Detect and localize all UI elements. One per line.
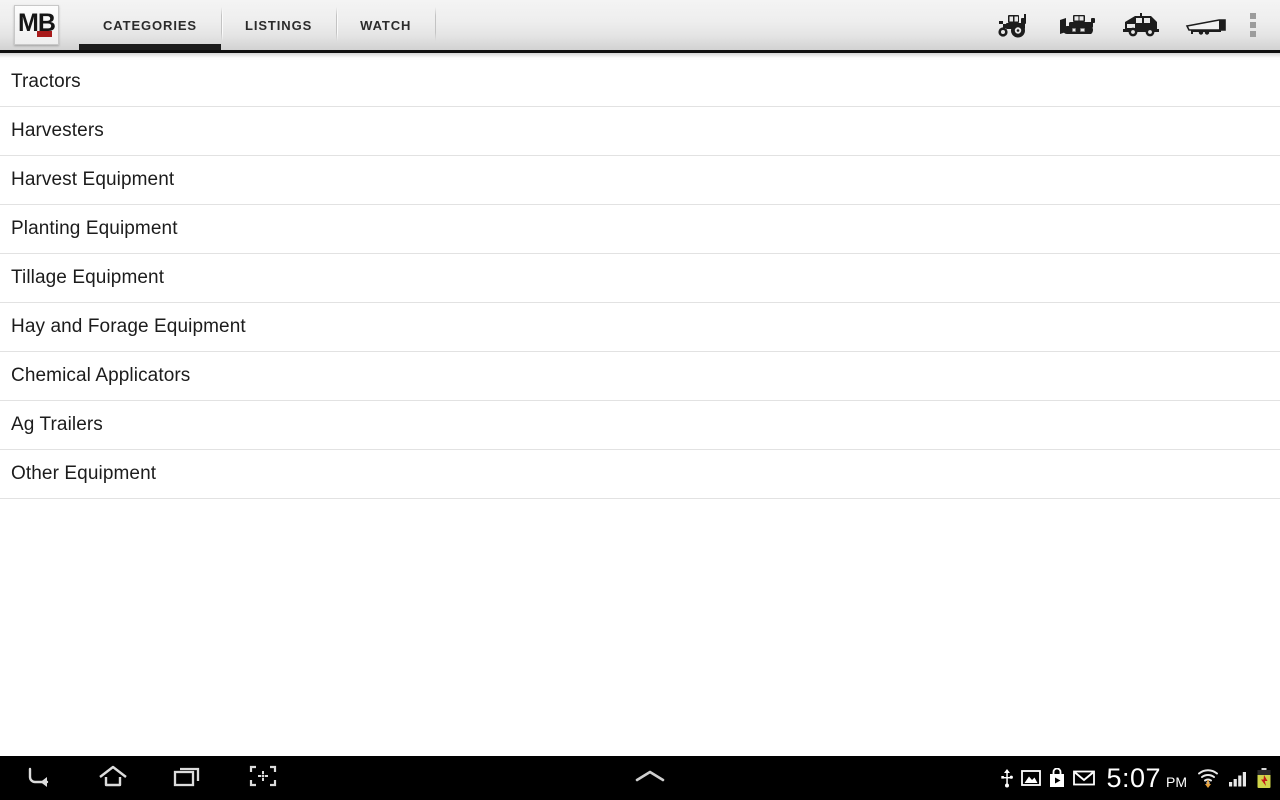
list-item-label: Tillage Equipment	[11, 267, 165, 288]
list-item[interactable]: Chemical Applicators	[0, 352, 1280, 401]
action-bar: MB CATEGORIES LISTINGS WATCH	[0, 0, 1280, 50]
tab-watch[interactable]: WATCH	[336, 0, 435, 50]
list-item[interactable]: Harvesters	[0, 107, 1280, 156]
category-list: Tractors Harvesters Harvest Equipment Pl…	[0, 58, 1280, 499]
tab-listings-label: LISTINGS	[245, 17, 313, 33]
list-item[interactable]: Planting Equipment	[0, 205, 1280, 254]
system-nav-buttons	[0, 756, 300, 800]
list-item-label: Harvesters	[11, 120, 104, 141]
tab-listings[interactable]: LISTINGS	[221, 0, 336, 50]
empty-content-area	[0, 499, 1280, 756]
list-item[interactable]: Other Equipment	[0, 450, 1280, 499]
trailer-button[interactable]	[1174, 0, 1238, 50]
screenshot-icon	[248, 764, 278, 793]
tab-categories-label: CATEGORIES	[103, 17, 197, 33]
signal-icon	[1227, 768, 1249, 788]
list-item-label: Planting Equipment	[11, 218, 178, 239]
list-item[interactable]: Tillage Equipment	[0, 254, 1280, 303]
clock-ampm: PM	[1166, 773, 1187, 790]
list-item[interactable]: Hay and Forage Equipment	[0, 303, 1280, 352]
dozer-icon	[1057, 12, 1099, 38]
tractor-button[interactable]	[982, 0, 1046, 50]
nav-center-area	[300, 756, 1000, 800]
app-root: MB CATEGORIES LISTINGS WATCH Tractors Ha…	[0, 0, 1280, 800]
usb-icon	[1000, 768, 1014, 788]
back-button[interactable]	[0, 756, 75, 800]
app-logo[interactable]: MB	[14, 5, 59, 45]
list-item-label: Tractors	[11, 71, 81, 92]
tab-divider	[435, 0, 437, 50]
overflow-dot	[1250, 13, 1256, 19]
home-button[interactable]	[75, 756, 150, 800]
app-logo-accent-bar	[37, 31, 52, 37]
gmail-icon	[1073, 769, 1096, 787]
list-item-label: Ag Trailers	[11, 414, 103, 435]
truck-button[interactable]	[1110, 0, 1174, 50]
list-item[interactable]: Ag Trailers	[0, 401, 1280, 450]
screenshot-button[interactable]	[225, 756, 300, 800]
play-store-icon	[1048, 768, 1066, 788]
tractor-icon	[994, 12, 1034, 38]
overflow-menu-button[interactable]	[1238, 0, 1268, 50]
battery-warning-icon	[1256, 767, 1272, 789]
overflow-dot	[1250, 22, 1256, 28]
system-navigation-bar: 5:07 PM	[0, 756, 1280, 800]
chevron-up-icon	[633, 768, 667, 789]
tab-watch-label: WATCH	[360, 17, 412, 33]
dozer-button[interactable]	[1046, 0, 1110, 50]
screenshot-captured-icon	[1021, 769, 1042, 787]
trailer-icon	[1183, 12, 1229, 38]
list-item-label: Other Equipment	[11, 463, 157, 484]
clock-time: 5:07	[1106, 762, 1161, 793]
action-bar-actions	[982, 0, 1280, 50]
list-item[interactable]: Tractors	[0, 58, 1280, 107]
recents-button[interactable]	[150, 756, 225, 800]
tab-categories[interactable]: CATEGORIES	[79, 0, 221, 50]
list-item[interactable]: Harvest Equipment	[0, 156, 1280, 205]
recents-icon	[172, 764, 204, 793]
truck-icon	[1121, 12, 1163, 38]
back-icon	[23, 764, 53, 793]
status-clock: 5:07 PM	[1106, 762, 1187, 793]
list-item-label: Chemical Applicators	[11, 365, 191, 386]
home-icon	[97, 764, 129, 793]
overflow-dot	[1250, 31, 1256, 37]
status-tray[interactable]: 5:07 PM	[1000, 756, 1280, 800]
wifi-icon	[1196, 767, 1220, 789]
list-item-label: Hay and Forage Equipment	[11, 316, 246, 337]
notification-handle-button[interactable]	[620, 756, 680, 800]
tab-bar: CATEGORIES LISTINGS WATCH	[79, 0, 437, 50]
list-item-label: Harvest Equipment	[11, 169, 175, 190]
